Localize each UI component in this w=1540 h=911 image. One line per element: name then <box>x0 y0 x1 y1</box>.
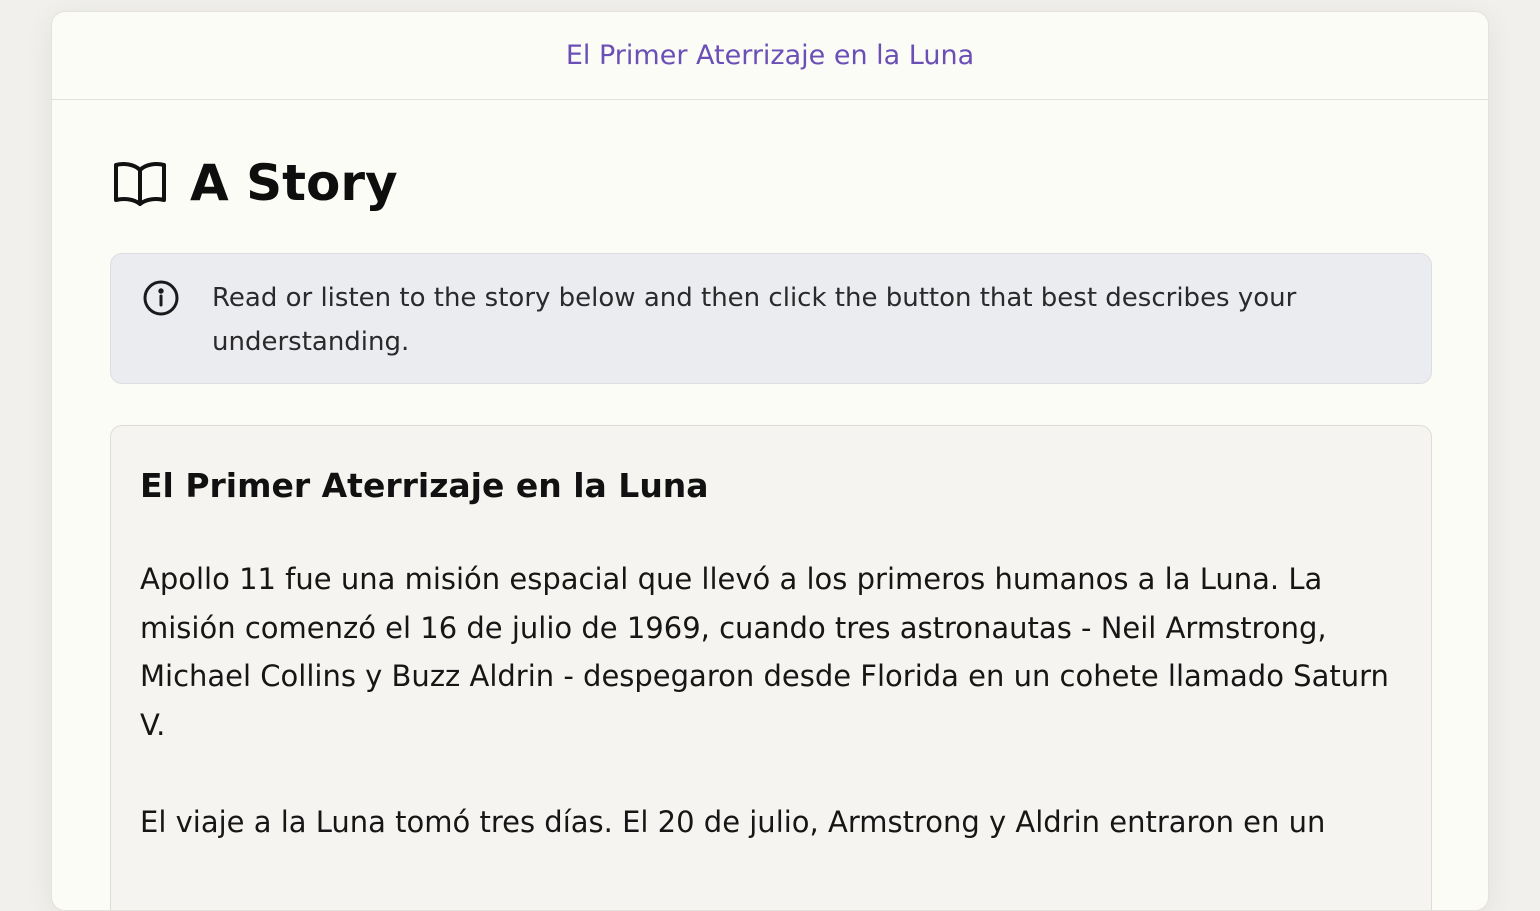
info-callout: Read or listen to the story below and th… <box>110 253 1432 384</box>
book-open-icon <box>112 158 168 208</box>
story-paragraph: Apollo 11 fue una misión espacial que ll… <box>140 562 1389 742</box>
card-header: El Primer Aterrizaje en la Luna <box>52 12 1488 100</box>
info-icon <box>142 279 180 317</box>
page-title-row: A Story <box>112 158 398 208</box>
header-title: El Primer Aterrizaje en la Luna <box>565 40 975 71</box>
info-text: Read or listen to the story below and th… <box>212 283 1297 357</box>
story-card: El Primer Aterrizaje en la Luna A Story … <box>51 11 1489 911</box>
story-title: El Primer Aterrizaje en la Luna <box>140 466 709 505</box>
story-panel: El Primer Aterrizaje en la Luna Apollo 1… <box>110 425 1432 910</box>
story-paragraph: El viaje a la Luna tomó tres días. El 20… <box>140 805 1326 839</box>
page-title: A Story <box>190 154 398 212</box>
